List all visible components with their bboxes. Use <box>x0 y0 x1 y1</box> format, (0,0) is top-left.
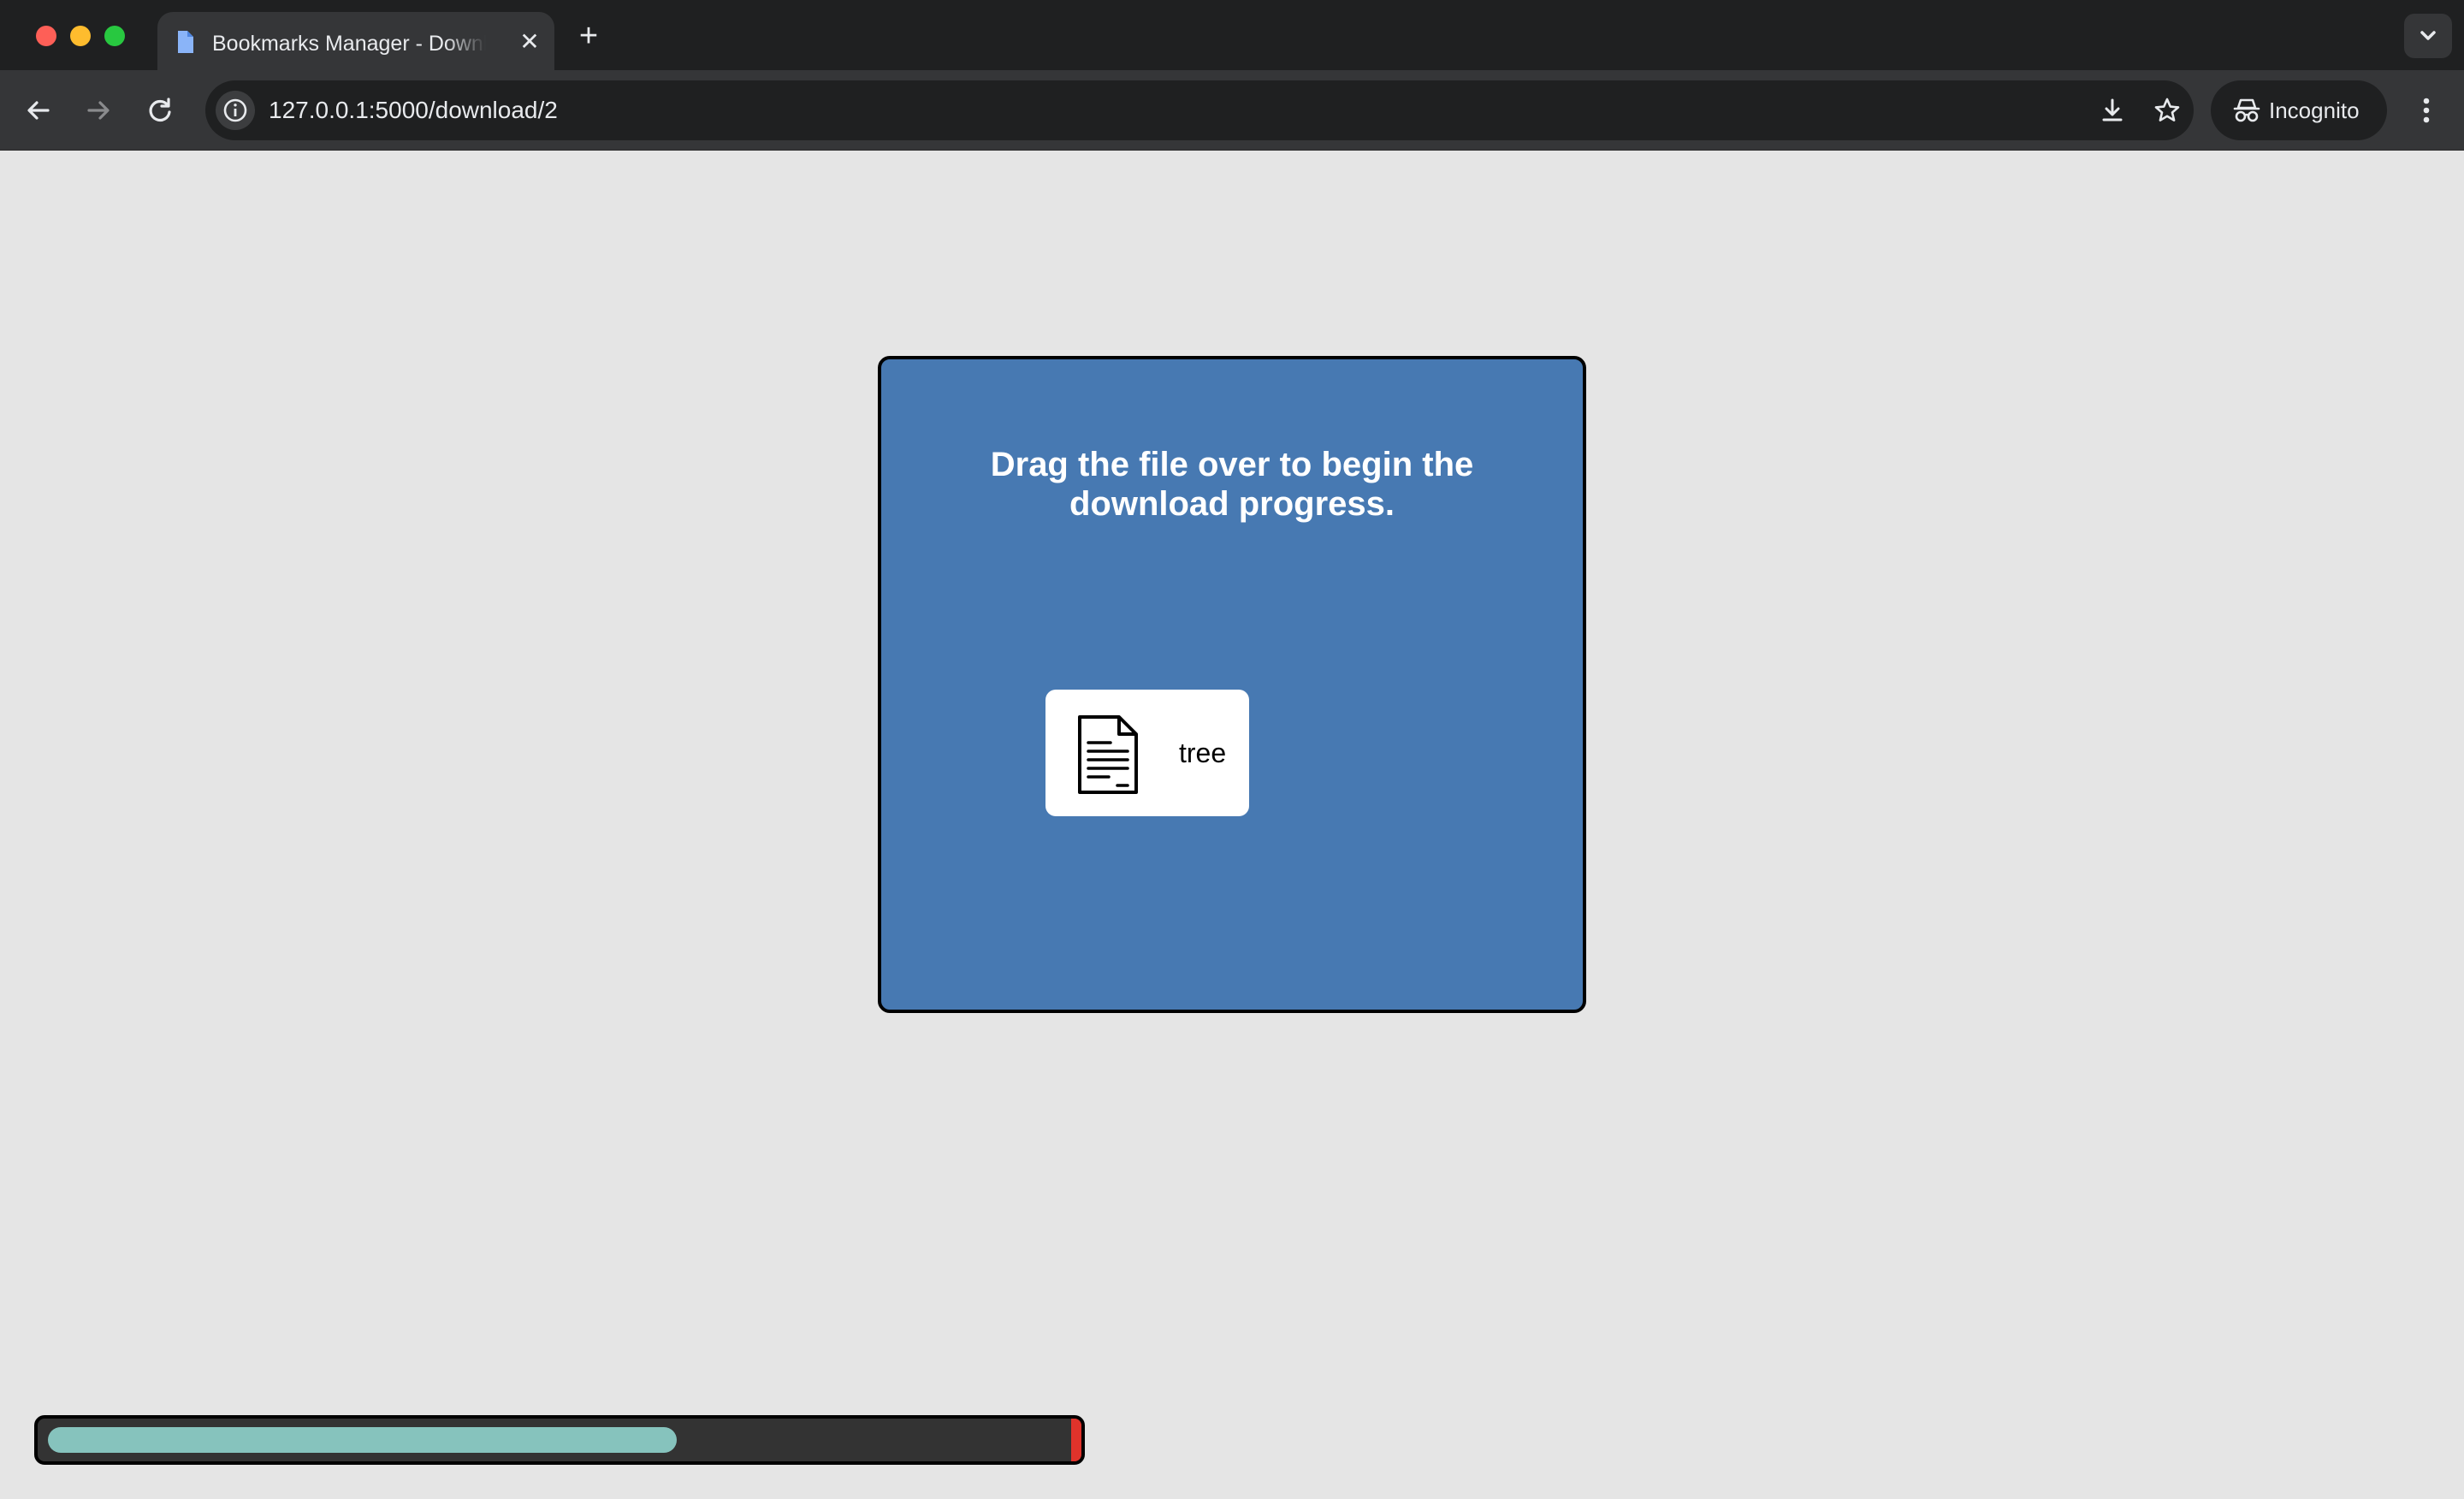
tab-active[interactable]: Bookmarks Manager - Download ✕ <box>157 12 554 70</box>
minimize-window-button[interactable] <box>70 26 91 46</box>
instruction-text: Drag the file over to begin the download… <box>990 446 1474 523</box>
back-button[interactable] <box>19 91 58 130</box>
chevron-down-icon <box>2420 31 2436 40</box>
arrow-left-icon <box>27 101 50 120</box>
browser-menu-button[interactable] <box>2409 91 2443 130</box>
drop-zone[interactable]: Drag the file over to begin the download… <box>878 356 1586 1013</box>
download-icon <box>2102 98 2123 121</box>
browser-toolbar: 127.0.0.1:5000/download/2 Incognito <box>0 70 2464 151</box>
file-name: tree <box>1179 738 1227 768</box>
star-icon <box>2154 98 2180 121</box>
new-tab-button[interactable]: + <box>572 19 606 53</box>
more-vertical-icon <box>2423 98 2430 123</box>
arrow-right-icon <box>87 101 110 120</box>
address-bar[interactable]: 127.0.0.1:5000/download/2 <box>205 80 2194 140</box>
reload-icon <box>149 98 171 122</box>
download-button[interactable] <box>2093 91 2132 130</box>
document-icon <box>178 31 193 53</box>
site-info-button[interactable] <box>216 91 255 130</box>
tab-strip: Bookmarks Manager - Download ✕ + <box>0 0 2464 70</box>
url-text[interactable]: 127.0.0.1:5000/download/2 <box>269 94 558 127</box>
document-icon <box>1078 715 1138 794</box>
incognito-label: Incognito <box>2269 98 2360 123</box>
draggable-file[interactable]: tree <box>1045 690 1249 816</box>
tab-title: Bookmarks Manager - Download <box>212 32 486 56</box>
reload-button[interactable] <box>140 91 180 130</box>
bookmark-star-button[interactable] <box>2147 91 2187 130</box>
info-icon <box>223 98 247 122</box>
progress-fill <box>48 1427 677 1453</box>
incognito-icon <box>2233 98 2260 122</box>
page-viewport: Drag the file over to begin the download… <box>0 151 2464 1499</box>
tab-search-button[interactable] <box>2404 14 2452 58</box>
download-progress-bar <box>34 1415 1085 1465</box>
browser-window: Bookmarks Manager - Download ✕ + <box>0 0 2464 1499</box>
forward-button[interactable] <box>79 91 118 130</box>
progress-end-marker <box>1071 1419 1081 1461</box>
incognito-profile-button[interactable]: Incognito <box>2211 80 2387 140</box>
close-window-button[interactable] <box>36 26 56 46</box>
maximize-window-button[interactable] <box>104 26 125 46</box>
close-icon[interactable]: ✕ <box>518 30 541 54</box>
